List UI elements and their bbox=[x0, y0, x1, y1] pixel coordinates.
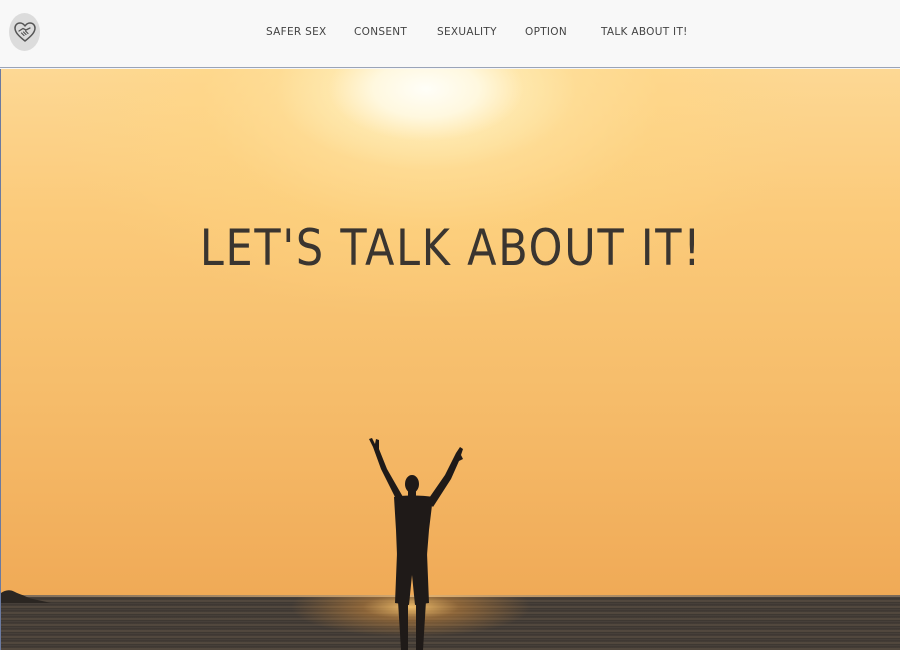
nav-link-consent[interactable]: CONSENT bbox=[354, 26, 407, 38]
top-navbar: SAFER SEX CONSENT SEXUALITY OPTION TALK … bbox=[0, 0, 900, 68]
hero-banner: LET'S TALK ABOUT IT! bbox=[0, 69, 900, 650]
person-arms-raised-silhouette bbox=[369, 438, 463, 650]
hero-title: LET'S TALK ABOUT IT! bbox=[199, 219, 703, 277]
nav-link-talk-about-it[interactable]: TALK ABOUT IT! bbox=[601, 26, 688, 38]
nav-link-option[interactable]: OPTION bbox=[525, 26, 567, 38]
rock-silhouette bbox=[1, 590, 51, 603]
nav-link-sexuality[interactable]: SEXUALITY bbox=[437, 26, 497, 38]
page: SAFER SEX CONSENT SEXUALITY OPTION TALK … bbox=[0, 0, 900, 650]
main-nav: SAFER SEX CONSENT SEXUALITY OPTION TALK … bbox=[0, 0, 900, 66]
nav-link-safer-sex[interactable]: SAFER SEX bbox=[266, 26, 327, 38]
